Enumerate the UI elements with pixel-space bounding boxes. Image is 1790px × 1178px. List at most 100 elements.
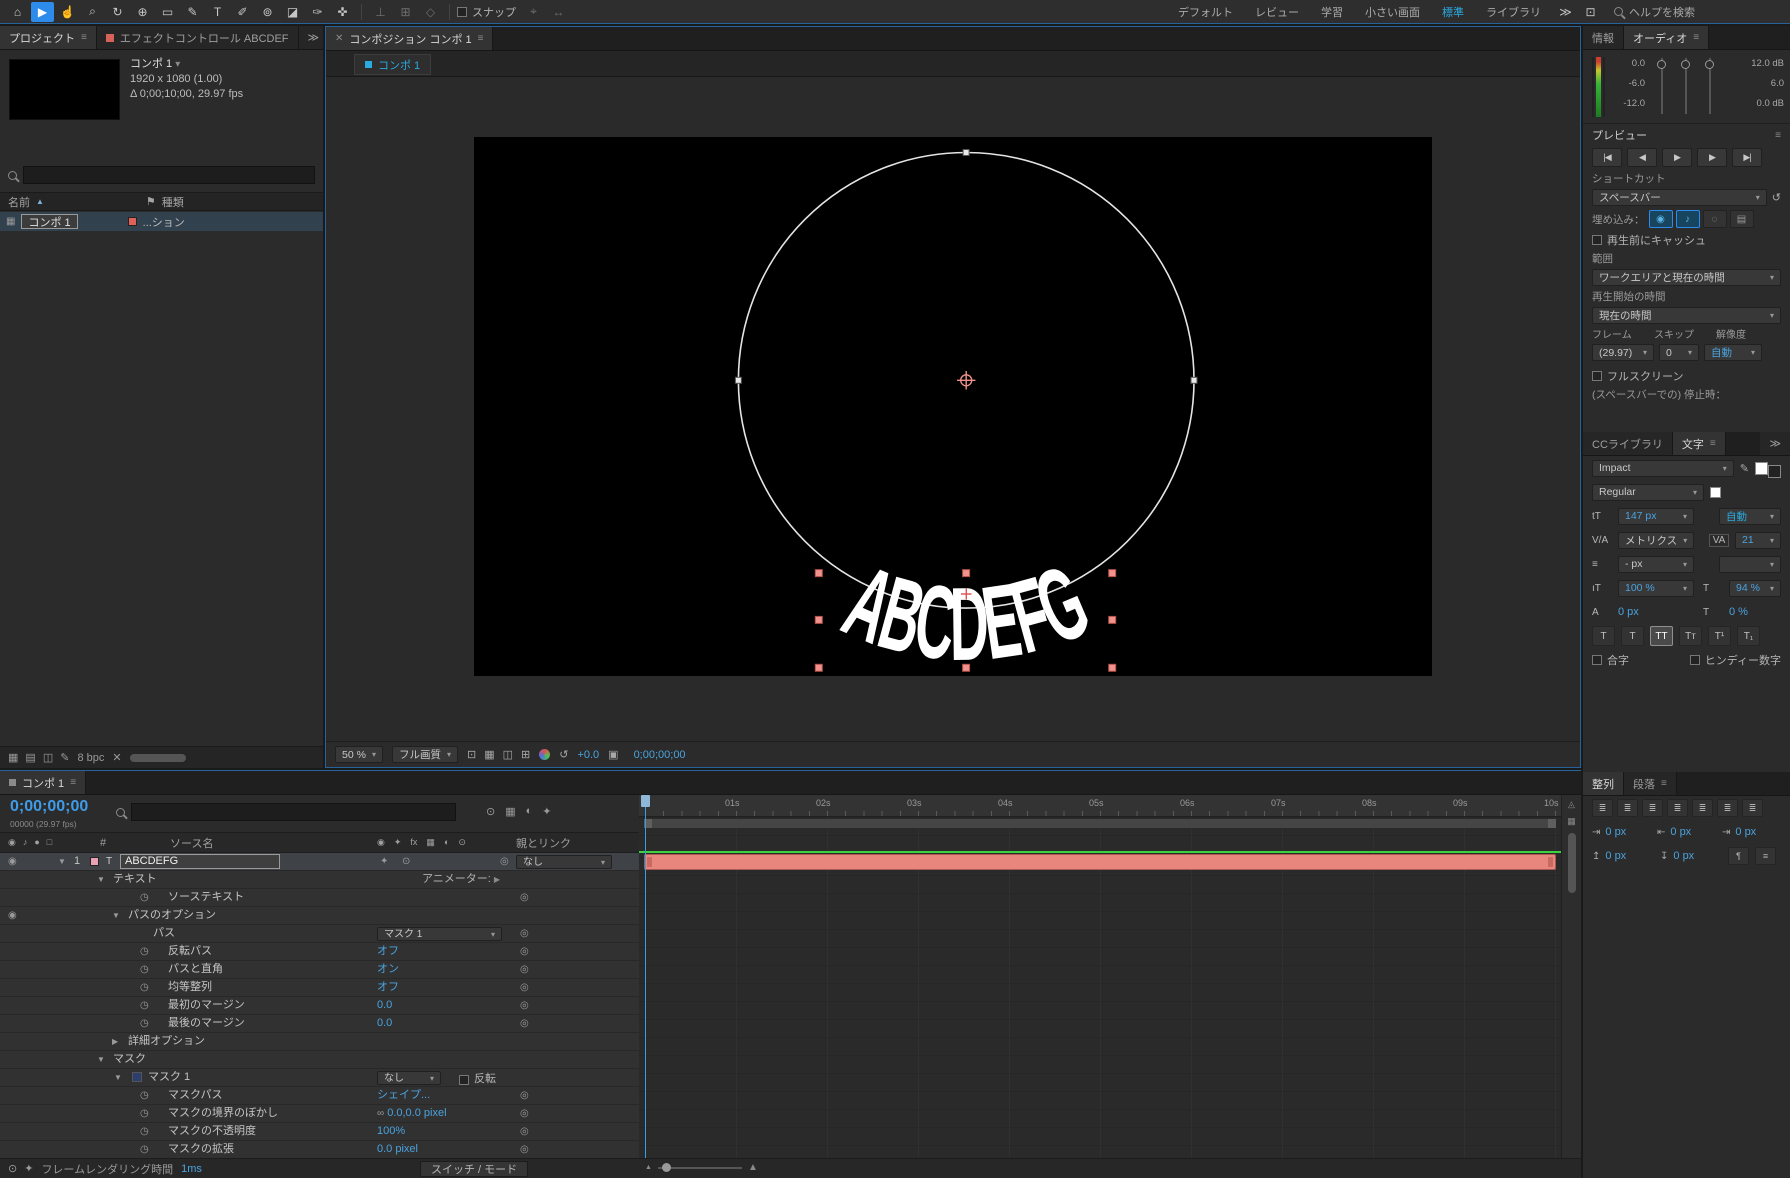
fill-color-swatch[interactable] <box>1755 461 1768 475</box>
viewer-comp-tab[interactable]: コンポ 1 <box>354 54 432 75</box>
snap-options-icon[interactable]: ⌖ <box>522 2 545 22</box>
faux-italic-button[interactable]: T <box>1621 626 1644 646</box>
resolution-preview-dropdown[interactable]: 自動 ▾ <box>1704 344 1762 361</box>
cache-before-playback-checkbox[interactable]: 再生前にキャッシュ <box>1592 232 1706 248</box>
current-time-indicator-handle[interactable] <box>641 795 650 807</box>
stopwatch-icon[interactable]: ◷ <box>140 1105 149 1122</box>
tab-project[interactable]: プロジェクト ≡ <box>0 26 97 49</box>
interpret-footage-icon[interactable]: ▦ <box>8 751 18 764</box>
property-row[interactable]: ◷ 最初のマージン 0.0 ◎ <box>0 997 639 1015</box>
lock-column-icon[interactable]: □ <box>47 837 52 848</box>
link-icon[interactable]: ∞ <box>377 1108 384 1119</box>
property-dropdown[interactable]: なし ▾ <box>377 1071 441 1085</box>
tab-info[interactable]: 情報 <box>1583 26 1624 49</box>
pan-behind-tool[interactable]: ⊕ <box>131 2 154 22</box>
hindi-digits-checkbox[interactable]: ヒンディー数字 <box>1689 652 1781 668</box>
align-center-v-button[interactable]: ≣ <box>1692 799 1713 817</box>
workspace-default[interactable]: デフォルト <box>1167 4 1244 20</box>
project-item-row[interactable]: ▦ コンポ 1 ...ション <box>0 212 323 231</box>
composition-stage[interactable]: ABCDEFG <box>474 137 1432 676</box>
stopwatch-icon[interactable]: ◷ <box>140 1087 149 1104</box>
small-caps-button[interactable]: Tᴛ <box>1679 626 1702 646</box>
property-row[interactable]: ◷ 反転パス オフ ◎ <box>0 943 639 961</box>
property-row[interactable]: ▼ マスク 1 なし ▾ 反転 <box>0 1069 639 1087</box>
project-scrollbar[interactable] <box>129 753 186 762</box>
baseline-shift-value[interactable]: 0 px <box>1618 606 1694 618</box>
property-row[interactable]: ◉ ▼ パスのオプション <box>0 907 639 925</box>
pickwhip-icon[interactable]: ◎ <box>520 1105 529 1122</box>
first-frame-button[interactable]: |◀ <box>1592 148 1622 167</box>
fullscreen-checkbox[interactable]: フルスクリーン <box>1592 368 1683 384</box>
shortcut-dropdown[interactable]: スペースバー ▾ <box>1592 188 1767 206</box>
ligature-checkbox[interactable]: 合字 <box>1592 652 1629 668</box>
time-ruler[interactable]: 01s 02s 03s 04s 05s 06s 07s 08s 09s 10s <box>639 795 1561 817</box>
font-style-dropdown[interactable]: Regular ▾ <box>1592 483 1704 501</box>
eyedropper-icon[interactable]: ✎ <box>1740 462 1749 475</box>
next-frame-button[interactable]: ▶ <box>1697 148 1727 167</box>
pickwhip-icon[interactable]: ◎ <box>500 853 509 870</box>
magnification-dropdown[interactable]: 50 % ▾ <box>335 746 383 763</box>
current-timecode[interactable]: 0;00;00;00 <box>10 798 88 816</box>
transparency-grid-icon[interactable]: ▦ <box>484 748 494 761</box>
grid-guides-icon[interactable]: ⊞ <box>521 748 530 761</box>
play-button[interactable]: ▶ <box>1662 148 1692 167</box>
tab-align[interactable]: 整列 <box>1583 772 1624 795</box>
puppet-pin-tool[interactable]: ✜ <box>331 2 354 22</box>
snap-extend-icon[interactable]: ↔ <box>547 2 570 22</box>
align-top-button[interactable]: ≣ <box>1667 799 1688 817</box>
axis-mode-view-icon[interactable]: ◇ <box>419 2 442 22</box>
audio-slider[interactable] <box>1681 58 1690 114</box>
snap-checkbox[interactable]: スナップ <box>457 4 516 20</box>
layer-switch-icon[interactable]: ⊙ <box>402 853 410 870</box>
stopwatch-icon[interactable]: ◷ <box>140 961 149 978</box>
project-item-name[interactable]: コンポ 1 <box>21 214 78 229</box>
label-color-chip[interactable] <box>127 217 137 226</box>
eye-icon[interactable]: ◉ <box>8 853 17 870</box>
skip-stepper[interactable]: 0 ▾ <box>1659 344 1699 361</box>
include-video-icon[interactable]: ◉ <box>1648 210 1673 228</box>
comp-button-icon[interactable]: ▦ <box>1567 816 1576 827</box>
motion-blur-icon[interactable]: ✦ <box>542 805 551 818</box>
space-before-field[interactable]: ↥ 0 px <box>1592 850 1654 862</box>
column-source-name[interactable]: ソース名 <box>170 835 213 851</box>
axis-mode-local-icon[interactable]: ⊥ <box>369 2 392 22</box>
blur-switch-icon[interactable]: ⊙ <box>458 837 466 848</box>
indent-left-field[interactable]: ⇥ 0 px <box>1592 826 1651 838</box>
pickwhip-icon[interactable]: ◎ <box>520 1123 529 1140</box>
type-tool[interactable]: T <box>206 2 229 22</box>
hanging-punctuation-icon[interactable]: ¶ <box>1728 847 1749 865</box>
tracking-dropdown[interactable]: 21 ▾ <box>1735 531 1781 549</box>
new-folder-icon[interactable]: ▤ <box>25 751 35 764</box>
video-column-icon[interactable]: ◉ <box>8 837 16 848</box>
selection-tool[interactable]: ▶ <box>31 1 54 22</box>
panel-menu-icon[interactable]: ≡ <box>70 777 76 788</box>
composer-options-icon[interactable]: ≡ <box>1755 847 1776 865</box>
work-area-bar[interactable] <box>643 818 1557 829</box>
blend-switch-icon[interactable]: ◐ <box>444 837 449 848</box>
property-value[interactable]: オフ <box>377 979 399 996</box>
tab-paragraph[interactable]: 段落 ≡ <box>1624 772 1677 795</box>
property-row[interactable]: パス マスク 1 ▾ ◎ <box>0 925 639 943</box>
switches-modes-button[interactable]: スイッチ / モード <box>420 1161 529 1177</box>
snapshot-icon[interactable]: ▣ <box>608 748 618 761</box>
include-overlays-icon[interactable]: ◌ <box>1702 210 1727 228</box>
timeline-search-input[interactable] <box>131 803 456 821</box>
current-time-indicator[interactable] <box>645 795 646 1159</box>
pickwhip-icon[interactable]: ◎ <box>520 925 529 942</box>
all-caps-button[interactable]: TT <box>1650 626 1673 646</box>
roi-icon[interactable]: ⊡ <box>467 748 476 761</box>
vertical-scale-dropdown[interactable]: 100 % ▾ <box>1618 579 1694 597</box>
property-value[interactable]: 0.0 pixel <box>377 1141 418 1158</box>
align-center-h-button[interactable]: ≣ <box>1617 799 1638 817</box>
stopwatch-icon[interactable]: ◷ <box>140 1141 149 1158</box>
frame-rate-dropdown[interactable]: (29.97) ▾ <box>1592 344 1654 361</box>
stopwatch-icon[interactable]: ◷ <box>140 979 149 996</box>
play-from-dropdown[interactable]: 現在の時間 ▾ <box>1592 306 1781 324</box>
stopwatch-icon[interactable]: ◷ <box>140 1015 149 1032</box>
stopwatch-icon[interactable]: ◷ <box>140 943 149 960</box>
collapse-switch-icon[interactable]: ✦ <box>394 837 402 848</box>
property-row[interactable]: ◷ マスクの不透明度 100% ◎ <box>0 1123 639 1141</box>
timeline-zoom-slider[interactable] <box>657 1162 742 1172</box>
composition-mini-flowchart-icon[interactable]: ⊙ <box>486 805 495 818</box>
orbit-camera-tool[interactable]: ↻ <box>106 2 129 22</box>
